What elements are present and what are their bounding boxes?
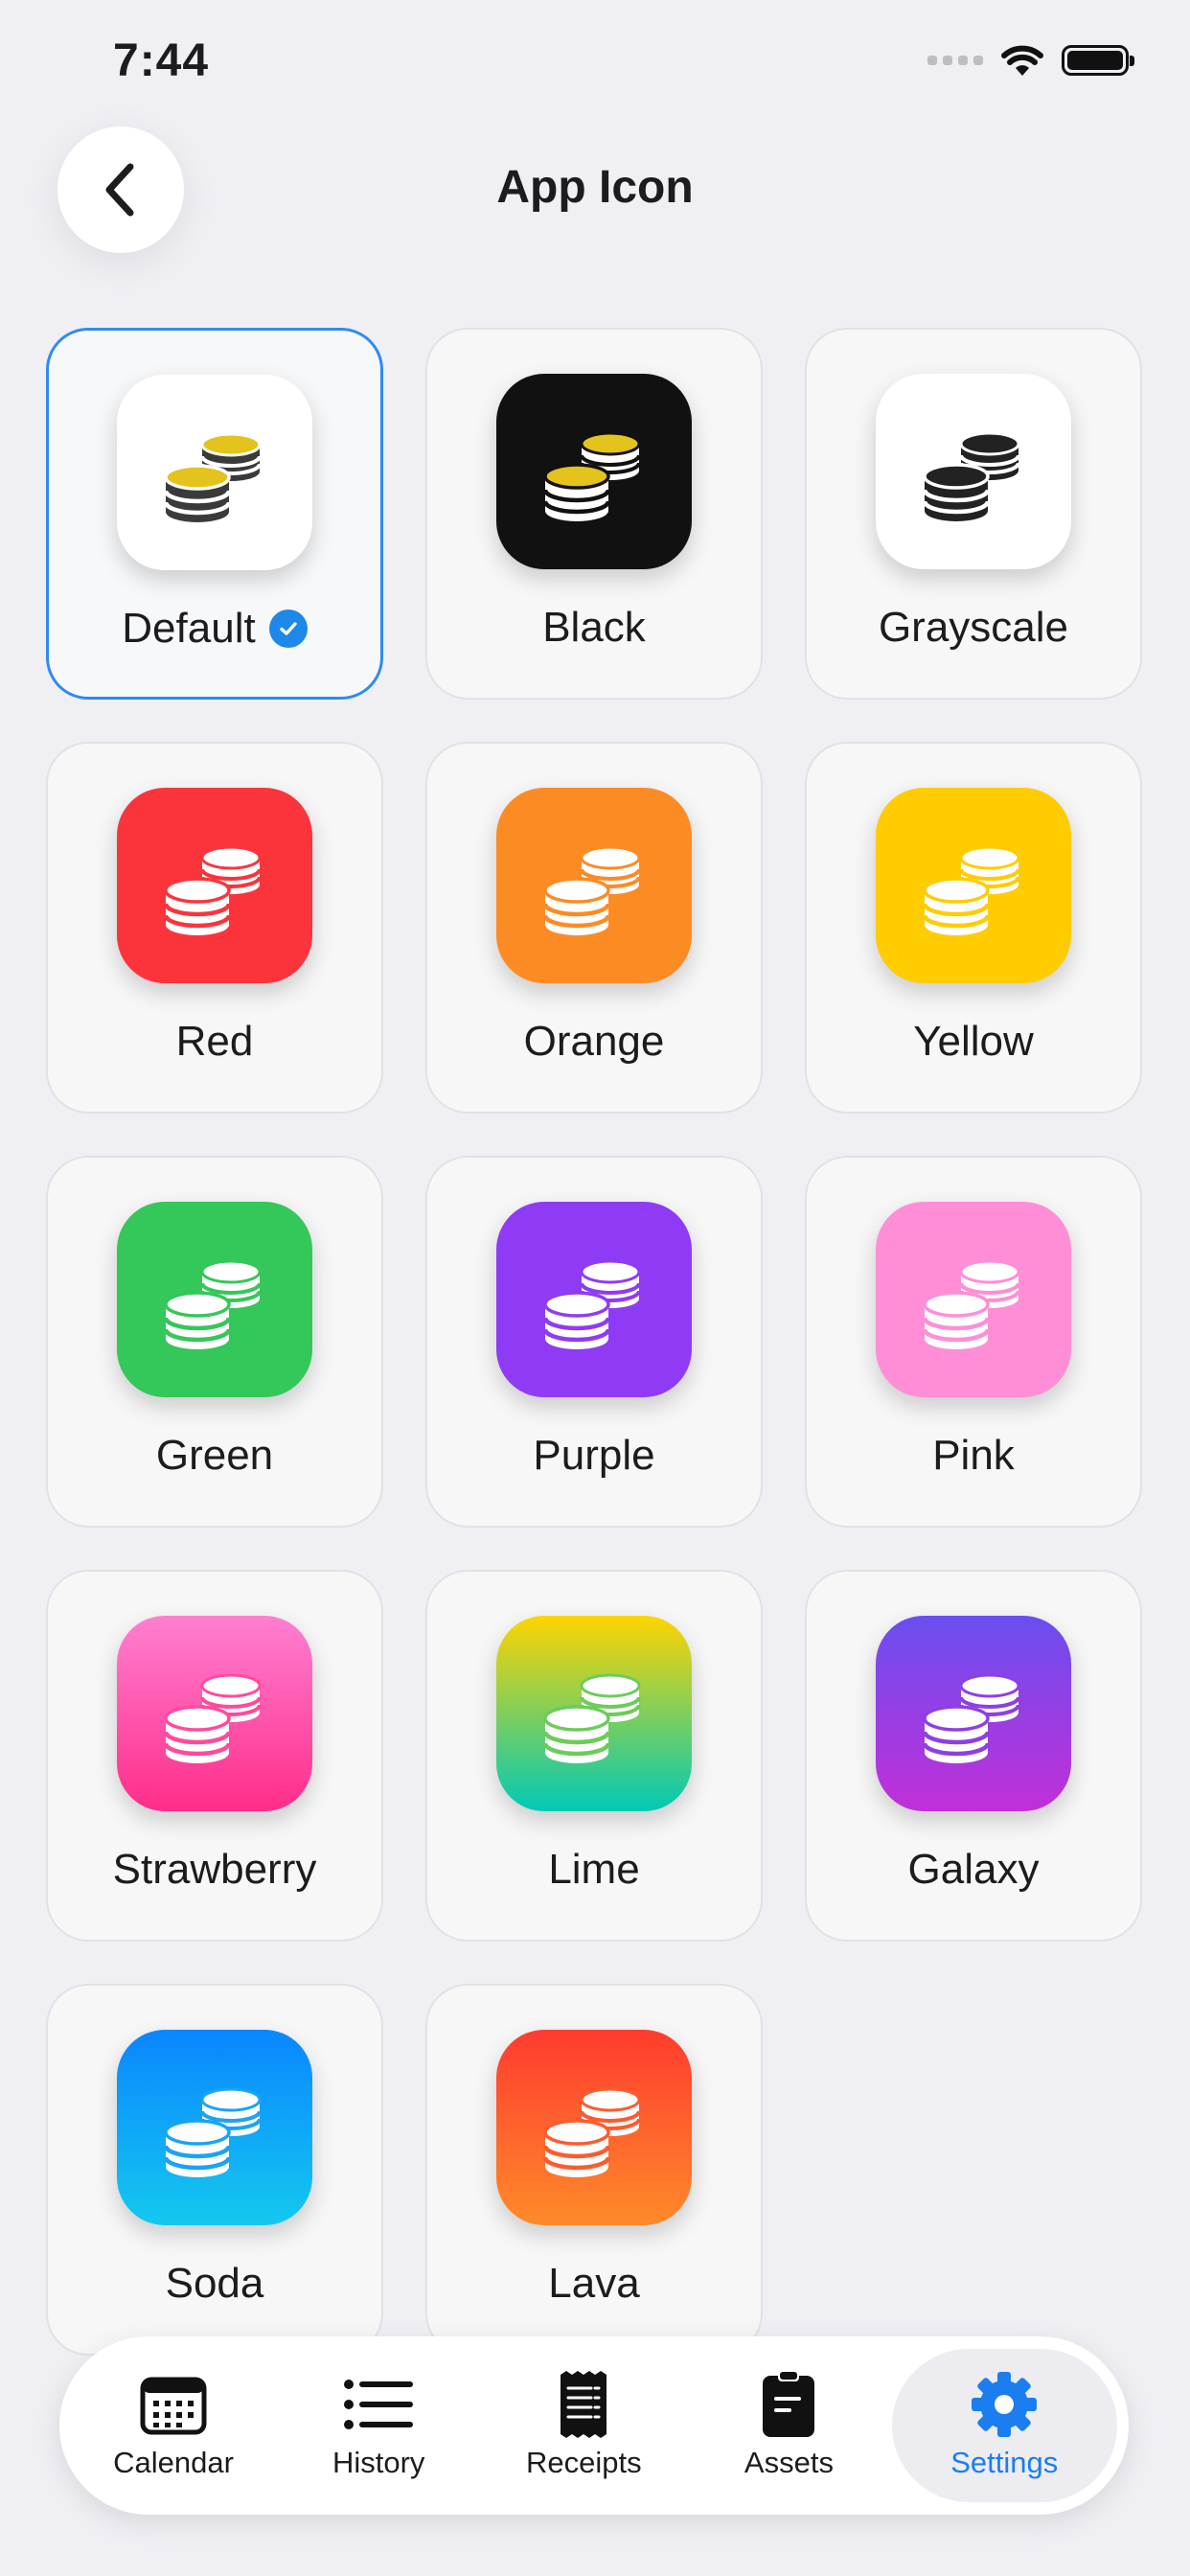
app-icon-label-text: Galaxy — [907, 1846, 1040, 1893]
app-icon-label: Lava — [548, 2260, 639, 2308]
app-icon-label: Yellow — [913, 1018, 1034, 1066]
app-icon-option-orange[interactable]: Orange — [425, 742, 763, 1114]
app-icon-label: Purple — [533, 1432, 654, 1480]
page-title: App Icon — [496, 162, 694, 213]
tab-receipts[interactable]: Receipts — [481, 2349, 686, 2502]
app-icon-label: Red — [176, 1018, 254, 1066]
coins-icon — [876, 788, 1071, 983]
app-icon-option-galaxy[interactable]: Galaxy — [805, 1570, 1142, 1942]
app-icon-label: Orange — [524, 1018, 665, 1066]
app-icon-option-yellow[interactable]: Yellow — [805, 742, 1142, 1114]
app-icon-label-text: Lava — [548, 2260, 640, 2307]
app-icon-label-text: Default — [122, 605, 256, 652]
app-icon-label: Pink — [932, 1432, 1015, 1480]
gear-icon — [970, 2371, 1039, 2438]
tab-label-history: History — [332, 2446, 425, 2479]
app-icon-label: Strawberry — [113, 1846, 317, 1894]
tab-assets[interactable]: Assets — [686, 2349, 891, 2502]
tab-calendar[interactable]: Calendar — [71, 2349, 276, 2502]
app-icon-option-black[interactable]: Black — [425, 328, 763, 700]
app-icon-option-pink[interactable]: Pink — [805, 1156, 1142, 1528]
app-icon-label-text: Orange — [523, 1018, 665, 1065]
app-icon-label-text: Red — [175, 1018, 254, 1065]
coins-icon — [496, 2030, 692, 2225]
tab-settings[interactable]: Settings — [891, 2349, 1118, 2502]
coins-icon — [496, 374, 692, 569]
tab-label-assets: Assets — [744, 2446, 834, 2479]
tab-label-calendar: Calendar — [113, 2446, 234, 2479]
tab-bar: Calendar History Receipts Assets Setting… — [59, 2336, 1129, 2515]
status-time: 7:44 — [113, 35, 210, 86]
app-icon-option-strawberry[interactable]: Strawberry — [46, 1570, 383, 1942]
app-icon-option-green[interactable]: Green — [46, 1156, 383, 1528]
coins-icon — [117, 1202, 312, 1397]
coins-icon — [496, 1202, 692, 1397]
app-icon-label-text: Lime — [548, 1846, 640, 1893]
app-icon-option-lava[interactable]: Lava — [425, 1984, 763, 2356]
coins-icon — [876, 1202, 1071, 1397]
battery-icon — [1062, 45, 1134, 76]
app-icon-label: Soda — [166, 2260, 264, 2308]
app-icon-option-purple[interactable]: Purple — [425, 1156, 763, 1528]
calendar-icon — [140, 2371, 207, 2438]
app-icon-option-soda[interactable]: Soda — [46, 1984, 383, 2356]
app-icon-label-text: Pink — [932, 1432, 1015, 1479]
app-icon-option-lime[interactable]: Lime — [425, 1570, 763, 1942]
list-icon — [343, 2371, 414, 2438]
app-icon-grid: Default Black Grayscale Red Orange Yello… — [46, 328, 1142, 2356]
cellular-signal-icon — [927, 56, 983, 65]
coins-icon — [117, 1616, 312, 1811]
app-icon-option-grayscale[interactable]: Grayscale — [805, 328, 1142, 700]
coins-icon — [876, 1616, 1071, 1811]
receipt-icon — [557, 2371, 610, 2438]
tab-label-settings: Settings — [950, 2446, 1059, 2479]
app-icon-label-text: Yellow — [913, 1018, 1034, 1065]
app-icon-option-default[interactable]: Default — [46, 328, 383, 700]
coins-icon — [117, 2030, 312, 2225]
coins-icon — [117, 375, 312, 570]
coins-icon — [876, 374, 1071, 569]
app-icon-label: Lime — [548, 1846, 639, 1894]
app-icon-label-text: Grayscale — [878, 604, 1069, 651]
status-indicators — [927, 44, 1134, 77]
app-icon-label-text: Strawberry — [112, 1846, 317, 1893]
app-icon-option-red[interactable]: Red — [46, 742, 383, 1114]
app-icon-label: Galaxy — [908, 1846, 1040, 1894]
checkmark-icon — [268, 610, 308, 648]
app-icon-label-text: Green — [155, 1432, 274, 1479]
wifi-icon — [1001, 45, 1043, 76]
app-icon-label-text: Black — [542, 604, 646, 651]
coins-icon — [117, 788, 312, 983]
coins-icon — [496, 788, 692, 983]
coins-icon — [496, 1616, 692, 1811]
app-icon-label: Default — [122, 605, 308, 653]
app-icon-label-text: Purple — [533, 1432, 655, 1479]
tab-label-receipts: Receipts — [526, 2446, 642, 2479]
app-icon-label-text: Soda — [165, 2260, 264, 2307]
app-icon-label: Grayscale — [879, 604, 1068, 652]
tab-history[interactable]: History — [276, 2349, 481, 2502]
app-icon-label: Green — [156, 1432, 273, 1480]
clipboard-icon — [761, 2370, 816, 2438]
app-icon-label: Black — [542, 604, 646, 652]
